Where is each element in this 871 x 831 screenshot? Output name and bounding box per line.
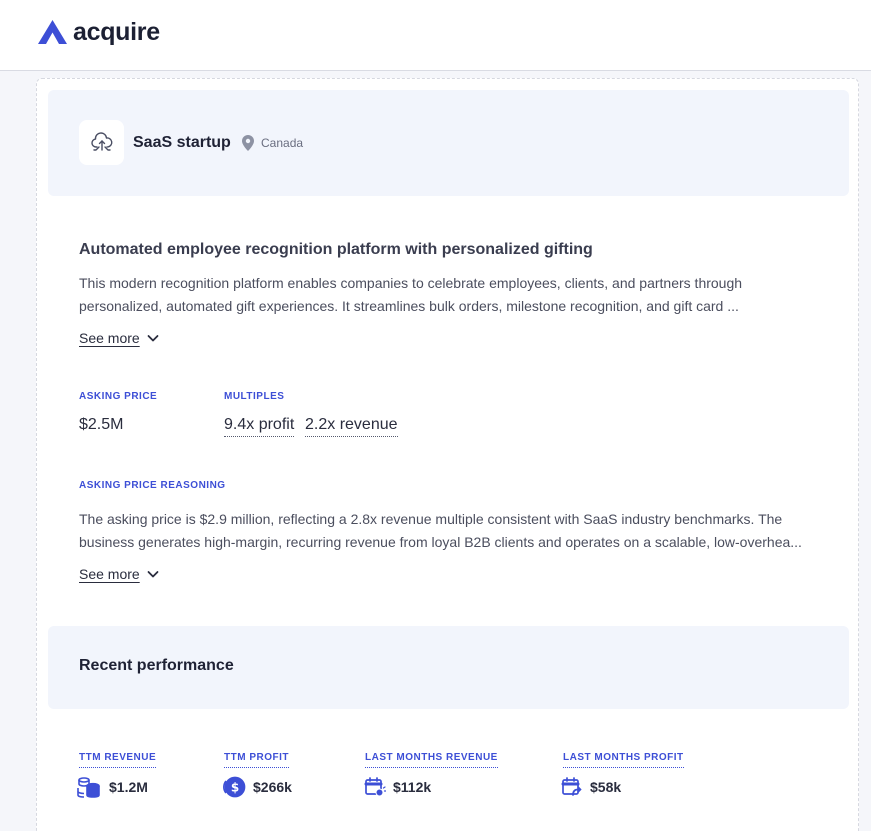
last-months-revenue-metric: $112k bbox=[364, 776, 431, 798]
see-more-reasoning-button[interactable]: See more bbox=[79, 565, 160, 583]
location-text: Canada bbox=[261, 136, 304, 150]
see-more-description-button[interactable]: See more bbox=[79, 329, 160, 347]
business-name: SaaS startup bbox=[133, 134, 231, 151]
profit-multiple[interactable]: 9.4x profit bbox=[224, 415, 295, 437]
chevron-down-icon bbox=[147, 335, 159, 342]
see-more-label: See more bbox=[79, 566, 140, 582]
location: Canada bbox=[242, 135, 303, 151]
last-months-revenue-label[interactable]: LAST MONTHS REVENUE bbox=[365, 752, 498, 768]
listing-description: This modern recognition platform enables… bbox=[79, 275, 743, 314]
coins-stack-icon bbox=[77, 777, 100, 798]
recent-performance-title: Recent performance bbox=[79, 657, 234, 674]
cloud-upload-icon bbox=[90, 131, 112, 151]
ttm-profit-metric: $ $266k bbox=[222, 776, 292, 798]
ttm-revenue-label[interactable]: TTM REVENUE bbox=[79, 752, 157, 768]
chevron-down-icon bbox=[147, 571, 159, 578]
asking-price-reasoning-text: The asking price is $2.9 million, reflec… bbox=[79, 511, 802, 550]
ttm-revenue-metric: $1.2M bbox=[76, 776, 148, 798]
ttm-revenue-value: $1.2M bbox=[109, 779, 148, 795]
asking-price-label: ASKING PRICE bbox=[79, 391, 158, 402]
business-icon-box bbox=[79, 120, 124, 165]
acquire-logo-icon bbox=[38, 20, 67, 44]
asking-price-value: $2.5M bbox=[79, 416, 124, 433]
dollar-coin-icon: $ bbox=[223, 776, 246, 798]
listing-card: SaaS startup Canada Automated employee r… bbox=[36, 78, 859, 831]
asking-price-reasoning-label: ASKING PRICE REASONING bbox=[79, 480, 226, 491]
brand-name: acquire bbox=[73, 18, 160, 46]
ttm-profit-value: $266k bbox=[253, 779, 292, 795]
revenue-multiple[interactable]: 2.2x revenue bbox=[305, 415, 398, 437]
see-more-label: See more bbox=[79, 330, 140, 346]
svg-text:$: $ bbox=[231, 781, 239, 795]
recent-performance-panel: Recent performance bbox=[48, 626, 849, 709]
last-months-profit-label[interactable]: LAST MONTHS PROFIT bbox=[563, 752, 684, 768]
listing-headline: Automated employee recognition platform … bbox=[79, 241, 593, 258]
acquire-logo[interactable]: acquire bbox=[36, 18, 160, 46]
calendar-profit-icon bbox=[561, 777, 582, 796]
last-months-profit-metric: $58k bbox=[561, 776, 621, 798]
top-bar: acquire bbox=[0, 0, 871, 71]
ttm-profit-label[interactable]: TTM PROFIT bbox=[224, 752, 289, 768]
location-pin-icon bbox=[242, 135, 254, 151]
last-months-profit-value: $58k bbox=[590, 779, 622, 795]
last-months-revenue-value: $112k bbox=[393, 779, 432, 795]
listing-header-panel: SaaS startup Canada bbox=[48, 90, 849, 196]
multiples-label: MULTIPLES bbox=[224, 391, 285, 402]
calendar-revenue-icon bbox=[364, 777, 386, 797]
